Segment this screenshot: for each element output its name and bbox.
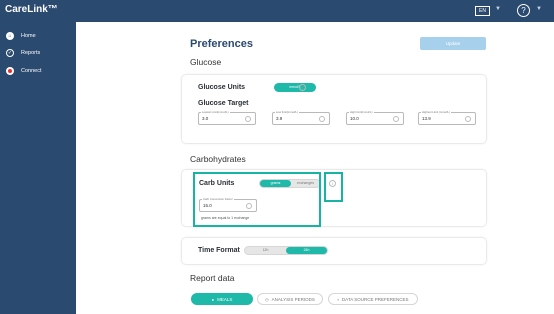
info-icon[interactable]: i	[299, 84, 306, 91]
reports-icon: ✓	[6, 49, 14, 57]
field-value[interactable]: 3.0	[202, 116, 208, 121]
clock-icon: ◷	[265, 296, 269, 302]
page-title: Preferences	[190, 38, 253, 50]
info-icon[interactable]	[465, 116, 471, 122]
highlight-box	[324, 172, 343, 202]
chevron-down-icon[interactable]: ▼	[536, 6, 542, 12]
update-button[interactable]: Update	[420, 37, 486, 50]
info-icon[interactable]	[393, 116, 399, 122]
glucose-heading: Glucose	[190, 57, 222, 67]
sidebar-item-label: Connect	[21, 68, 42, 74]
glucose-card: Glucose Units mmol/L i Glucose Target Lo…	[182, 75, 486, 143]
report-data-heading: Report data	[190, 273, 235, 283]
field-value[interactable]: 13.9	[422, 116, 431, 121]
app-logo: CareLink™	[5, 4, 58, 15]
field-label: Lowest Limit(mmol/L)	[201, 110, 230, 114]
sidebar: ⌂ Home ✓ Reports Connect	[0, 22, 76, 314]
glucose-units-option[interactable]: mmol/L	[275, 84, 315, 91]
help-icon[interactable]: ?	[517, 4, 530, 17]
time-format-12h[interactable]: 12h	[245, 247, 286, 254]
glucose-units-toggle[interactable]: mmol/L	[274, 83, 316, 92]
time-format-label: Time Format	[198, 247, 240, 254]
top-bar: CareLink™ EN ▼ ? ▼	[0, 0, 554, 22]
sidebar-item-home[interactable]: ⌂ Home	[6, 31, 36, 41]
tab-label: MEALS	[217, 296, 233, 302]
glucose-target-label: Glucose Target	[198, 100, 249, 107]
tab-analysis-periods[interactable]: ◷ ANALYSIS PERIODS	[257, 293, 323, 305]
sidebar-item-reports[interactable]: ✓ Reports	[6, 48, 40, 58]
carbohydrates-heading: Carbohydrates	[190, 154, 246, 164]
chevron-down-icon[interactable]: ▼	[495, 6, 501, 12]
info-icon[interactable]	[245, 116, 251, 122]
home-icon: ⌂	[6, 32, 14, 40]
language-selector[interactable]: EN	[475, 6, 490, 16]
time-format-card: Time Format 12h 24h	[182, 238, 486, 264]
sidebar-item-connect[interactable]: Connect	[6, 66, 42, 76]
data-source-icon: ▪	[337, 296, 339, 302]
field-label: High limit(mmol/L)	[349, 110, 374, 114]
sidebar-item-label: Home	[21, 33, 36, 39]
lowest-limit-field[interactable]: Lowest Limit(mmol/L) 3.0	[198, 110, 256, 125]
time-format-toggle[interactable]: 12h 24h	[244, 246, 328, 255]
low-limit-field[interactable]: Low limit(mmol/L) 3.9	[272, 110, 330, 125]
time-format-24h[interactable]: 24h	[286, 247, 327, 254]
sidebar-item-label: Reports	[21, 50, 41, 56]
field-label: Low limit(mmol/L)	[275, 110, 299, 114]
tab-meals[interactable]: ● MEALS	[191, 293, 253, 305]
field-value[interactable]: 10.0	[350, 116, 359, 121]
tab-data-source-preferences[interactable]: ▪ DATA SOURCE PREFERENCES	[328, 293, 418, 305]
glucose-units-label: Glucose Units	[198, 84, 246, 91]
field-label: Highest Limit (mmol/L)	[421, 110, 451, 114]
tab-label: ANALYSIS PERIODS	[271, 296, 315, 302]
connect-icon	[6, 67, 14, 75]
high-limit-field[interactable]: High limit(mmol/L) 10.0	[346, 110, 404, 125]
tab-label: DATA SOURCE PREFERENCES	[341, 296, 409, 302]
highlight-box	[193, 172, 321, 227]
field-value[interactable]: 3.9	[276, 116, 282, 121]
info-icon[interactable]	[319, 116, 325, 122]
meals-icon: ●	[211, 296, 215, 302]
highest-limit-field[interactable]: Highest Limit (mmol/L) 13.9	[418, 110, 476, 125]
